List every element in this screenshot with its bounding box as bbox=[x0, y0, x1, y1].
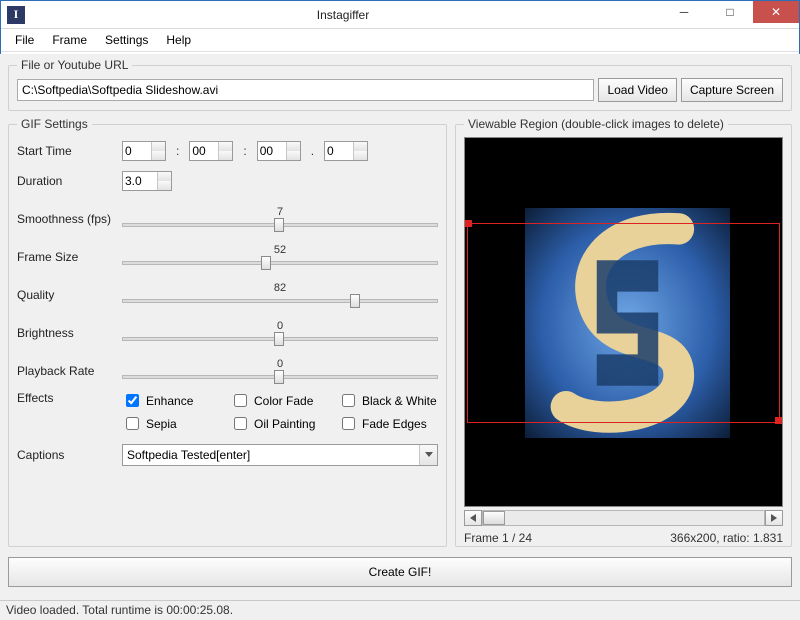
start-seconds-spinner[interactable] bbox=[257, 141, 301, 161]
smoothness-slider-thumb[interactable] bbox=[274, 218, 284, 232]
effect-checkbox[interactable] bbox=[342, 394, 355, 407]
effect-enhance[interactable]: Enhance bbox=[122, 391, 222, 410]
smoothness-slider[interactable] bbox=[122, 218, 438, 232]
window-title: Instagiffer bbox=[25, 8, 661, 22]
viewable-region-legend: Viewable Region (double-click images to … bbox=[464, 117, 728, 131]
brightness-slider-value: 0 bbox=[122, 320, 438, 332]
playback-rate-slider-value: 0 bbox=[122, 358, 438, 370]
frame-size-slider-thumb[interactable] bbox=[261, 256, 271, 270]
effect-label: Fade Edges bbox=[362, 417, 427, 431]
menu-settings[interactable]: Settings bbox=[97, 31, 156, 49]
scroll-right-button[interactable] bbox=[765, 510, 783, 526]
app-icon: I bbox=[7, 6, 25, 24]
start-hours-input[interactable] bbox=[123, 142, 151, 160]
effect-label: Oil Painting bbox=[254, 417, 315, 431]
start-frames-input[interactable] bbox=[325, 142, 353, 160]
start-seconds-input[interactable] bbox=[258, 142, 286, 160]
time-sep-1: : bbox=[176, 144, 179, 158]
duration-label: Duration bbox=[17, 174, 122, 188]
menu-help[interactable]: Help bbox=[158, 31, 199, 49]
gif-settings-group: GIF Settings Start Time : : . Duration bbox=[8, 117, 447, 547]
effect-checkbox[interactable] bbox=[342, 417, 355, 430]
minimize-button[interactable]: ─ bbox=[661, 1, 707, 23]
effects-label: Effects bbox=[17, 391, 122, 405]
crop-handle-tl[interactable] bbox=[465, 220, 472, 227]
quality-slider-label: Quality bbox=[17, 288, 122, 302]
frame-size-slider-label: Frame Size bbox=[17, 250, 122, 264]
preview-canvas[interactable] bbox=[464, 137, 783, 507]
frame-scrollbar[interactable] bbox=[482, 510, 765, 526]
brightness-slider-label: Brightness bbox=[17, 326, 122, 340]
frame-scroll-thumb[interactable] bbox=[483, 511, 505, 525]
playback-rate-slider-thumb[interactable] bbox=[274, 370, 284, 384]
playback-rate-slider-label: Playback Rate bbox=[17, 364, 122, 378]
quality-slider[interactable] bbox=[122, 294, 438, 308]
menu-file[interactable]: File bbox=[7, 31, 42, 49]
effect-checkbox[interactable] bbox=[126, 394, 139, 407]
dimensions-label: 366x200, ratio: 1.831 bbox=[670, 531, 783, 545]
file-url-legend: File or Youtube URL bbox=[17, 58, 132, 72]
file-url-group: File or Youtube URL Load Video Capture S… bbox=[8, 58, 792, 111]
status-bar: Video loaded. Total runtime is 00:00:25.… bbox=[0, 600, 800, 620]
menu-bar: File Frame Settings Help bbox=[1, 29, 799, 52]
time-sep-2: : bbox=[243, 144, 246, 158]
effect-label: Sepia bbox=[146, 417, 177, 431]
status-text: Video loaded. Total runtime is 00:00:25.… bbox=[6, 603, 233, 617]
load-video-button[interactable]: Load Video bbox=[598, 78, 677, 102]
menu-frame[interactable]: Frame bbox=[44, 31, 95, 49]
crop-selection[interactable] bbox=[467, 223, 780, 423]
url-input[interactable] bbox=[17, 79, 594, 101]
capture-screen-button[interactable]: Capture Screen bbox=[681, 78, 783, 102]
effect-oil-painting[interactable]: Oil Painting bbox=[230, 414, 330, 433]
effect-black-white[interactable]: Black & White bbox=[338, 391, 438, 410]
captions-value: Softpedia Tested[enter] bbox=[123, 448, 419, 462]
title-bar: I Instagiffer ─ □ ✕ bbox=[1, 1, 799, 29]
start-minutes-input[interactable] bbox=[190, 142, 218, 160]
effect-label: Black & White bbox=[362, 394, 437, 408]
gif-settings-legend: GIF Settings bbox=[17, 117, 92, 131]
smoothness-slider-value: 7 bbox=[122, 206, 438, 218]
close-button[interactable]: ✕ bbox=[753, 1, 799, 23]
start-frames-spinner[interactable] bbox=[324, 141, 368, 161]
start-minutes-spinner[interactable] bbox=[189, 141, 233, 161]
effect-checkbox[interactable] bbox=[234, 417, 247, 430]
frame-size-slider[interactable] bbox=[122, 256, 438, 270]
start-hours-spinner[interactable] bbox=[122, 141, 166, 161]
frame-counter: Frame 1 / 24 bbox=[464, 531, 532, 545]
frame-size-slider-value: 52 bbox=[122, 244, 438, 256]
brightness-slider-thumb[interactable] bbox=[274, 332, 284, 346]
effect-checkbox[interactable] bbox=[126, 417, 139, 430]
quality-slider-value: 82 bbox=[122, 282, 438, 294]
crop-handle-br[interactable] bbox=[775, 417, 782, 424]
smoothness-slider-label: Smoothness (fps) bbox=[17, 212, 122, 226]
effect-checkbox[interactable] bbox=[234, 394, 247, 407]
quality-slider-thumb[interactable] bbox=[350, 294, 360, 308]
effect-label: Color Fade bbox=[254, 394, 313, 408]
start-time-label: Start Time bbox=[17, 144, 122, 158]
captions-label: Captions bbox=[17, 448, 122, 462]
playback-rate-slider[interactable] bbox=[122, 370, 438, 384]
window-buttons: ─ □ ✕ bbox=[661, 1, 799, 28]
duration-input[interactable] bbox=[123, 172, 157, 190]
captions-drop-icon[interactable] bbox=[419, 445, 437, 465]
effect-color-fade[interactable]: Color Fade bbox=[230, 391, 330, 410]
time-sep-3: . bbox=[311, 144, 314, 158]
scroll-left-button[interactable] bbox=[464, 510, 482, 526]
effect-sepia[interactable]: Sepia bbox=[122, 414, 222, 433]
create-gif-button[interactable]: Create GIF! bbox=[8, 557, 792, 587]
effect-label: Enhance bbox=[146, 394, 193, 408]
maximize-button[interactable]: □ bbox=[707, 1, 753, 23]
viewable-region-group: Viewable Region (double-click images to … bbox=[455, 117, 792, 547]
brightness-slider[interactable] bbox=[122, 332, 438, 346]
duration-spinner[interactable] bbox=[122, 171, 172, 191]
effect-fade-edges[interactable]: Fade Edges bbox=[338, 414, 438, 433]
captions-combo[interactable]: Softpedia Tested[enter] bbox=[122, 444, 438, 466]
